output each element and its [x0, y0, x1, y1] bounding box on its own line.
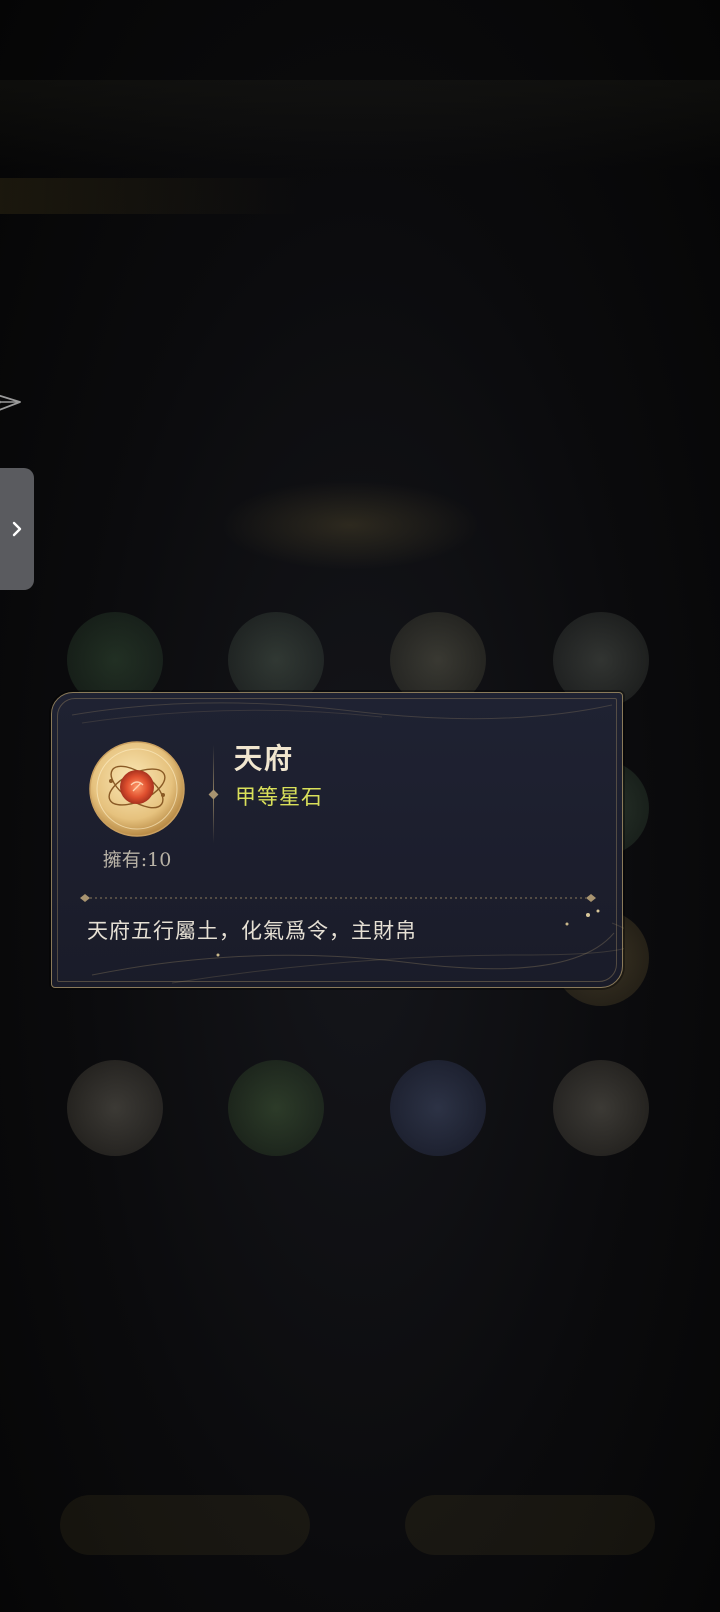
item-description: 天府五行屬土，化氣爲令，主財帛	[87, 919, 417, 943]
send-arrow-icon[interactable]	[0, 386, 22, 416]
owned-count: 擁有:10	[102, 849, 172, 871]
background-button-left	[60, 1495, 310, 1555]
item-name: 天府	[234, 742, 295, 775]
chevron-right-icon	[12, 521, 22, 537]
background-orb	[228, 1060, 324, 1156]
background-button-right	[405, 1495, 655, 1555]
star-stone-icon	[89, 741, 185, 837]
item-detail-popup[interactable]: 擁有:10 天府 甲等星石 天府五行屬土，化氣爲令，主財帛	[51, 692, 624, 988]
sidebar-expand-button[interactable]	[0, 468, 34, 590]
divider-ornament	[208, 789, 219, 800]
screen: 擁有:10 天府 甲等星石 天府五行屬土，化氣爲令，主財帛	[0, 0, 720, 1612]
item-grade: 甲等星石	[235, 785, 323, 809]
background-strip	[0, 178, 300, 214]
background-title-banner	[220, 480, 480, 570]
horizontal-divider	[80, 894, 596, 902]
background-orb	[553, 1060, 649, 1156]
background-orb	[390, 1060, 486, 1156]
background-orb	[67, 1060, 163, 1156]
background-top-bar	[0, 80, 720, 170]
